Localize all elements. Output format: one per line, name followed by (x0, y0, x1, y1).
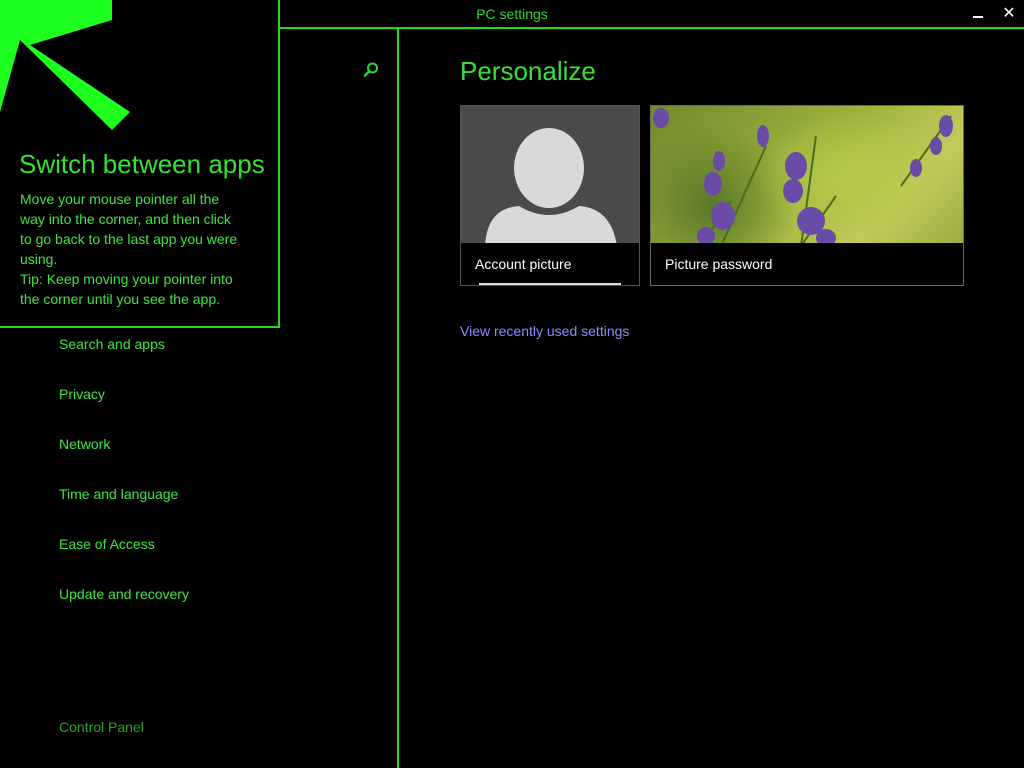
control-panel-link[interactable]: Control Panel (59, 719, 144, 735)
tip-body: Move your mouse pointer all the way into… (20, 189, 268, 309)
page-title: Personalize (460, 56, 596, 86)
account-picture-tile[interactable]: Account picture (460, 105, 640, 286)
sidebar-item-search-and-apps[interactable]: Search and apps (59, 336, 165, 352)
sidebar-item-privacy[interactable]: Privacy (59, 386, 105, 402)
switch-apps-tip: Switch between apps Move your mouse poin… (0, 0, 280, 328)
sidebar-item-update-and-recovery[interactable]: Update and recovery (59, 586, 189, 602)
tip-line: Tip: Keep moving your pointer into (20, 271, 233, 287)
tile-label-bar: Picture password (651, 243, 963, 285)
sidebar-item-ease-of-access[interactable]: Ease of Access (59, 536, 155, 552)
tip-line: to go back to the last app you were (20, 231, 238, 247)
view-recent-settings-link[interactable]: View recently used settings (460, 323, 629, 339)
tile-label-bar: Account picture (461, 243, 639, 285)
picture-password-label: Picture password (665, 256, 773, 272)
close-button[interactable]: ✕ (997, 3, 1021, 25)
search-icon[interactable] (362, 61, 380, 79)
sidebar-item-network[interactable]: Network (59, 436, 110, 452)
tip-title: Switch between apps (19, 149, 265, 179)
tip-line: Move your mouse pointer all the (20, 191, 220, 207)
tip-line: using. (20, 251, 58, 267)
minimize-button[interactable] (966, 3, 990, 25)
arrow-up-left-icon (0, 0, 130, 130)
tip-line: the corner until you see the app. (20, 291, 221, 307)
tile-underline (479, 283, 621, 285)
account-picture-label: Account picture (475, 256, 572, 272)
sidebar-item-time-and-language[interactable]: Time and language (59, 486, 178, 502)
tip-line: way into the corner, and then click (20, 211, 231, 227)
minimize-icon (973, 16, 983, 18)
picture-password-tile[interactable]: Picture password (650, 105, 964, 286)
